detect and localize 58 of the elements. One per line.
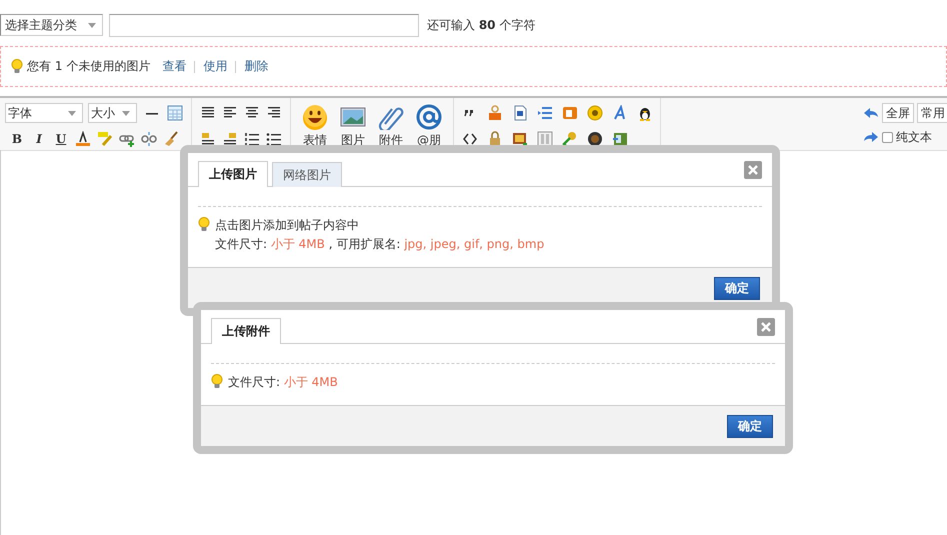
at-sign-icon[interactable]: [415, 104, 443, 130]
document-icon[interactable]: [512, 105, 528, 121]
image-insert-icon[interactable]: [512, 131, 528, 147]
brush-icon[interactable]: [163, 131, 179, 147]
flash-icon[interactable]: [562, 105, 578, 121]
close-button[interactable]: [757, 318, 775, 336]
record-icon[interactable]: [587, 131, 603, 147]
common-button[interactable]: 常用: [917, 103, 947, 123]
char-counter: 还可输入 80 个字符: [427, 16, 536, 34]
font-color-icon[interactable]: [75, 131, 91, 147]
key-icon[interactable]: [562, 131, 578, 147]
toolbar-button[interactable]: 附件: [375, 104, 407, 149]
unlink-icon[interactable]: [141, 131, 157, 147]
plain-text-label: 纯文本: [896, 128, 932, 146]
book-icon[interactable]: [612, 131, 628, 147]
tip-text: 文件尺寸: 小于 4MB: [228, 374, 338, 391]
close-icon: [761, 322, 771, 332]
fullscreen-button[interactable]: 全屏: [882, 103, 914, 123]
notice-link[interactable]: 查看: [162, 58, 186, 75]
tip-text: 点击图片添加到帖子内容中: [215, 217, 360, 234]
columns-icon[interactable]: [537, 131, 553, 147]
numbered-list-icon[interactable]: [244, 131, 260, 147]
lightbulb-icon: [211, 374, 223, 389]
confirm-button[interactable]: 确定: [714, 276, 760, 300]
lightbulb-icon: [11, 59, 23, 74]
plain-text-checkbox[interactable]: [882, 132, 893, 142]
format-button[interactable]: U: [53, 132, 69, 146]
tip-text: 文件尺寸: 小于 4MB , 可用扩展名: jpg, jpeg, gif, png, bmp: [215, 236, 544, 253]
close-icon: [748, 165, 758, 175]
confirm-button[interactable]: 确定: [727, 414, 773, 438]
bullet-list-icon[interactable]: [266, 131, 282, 147]
redo-icon[interactable]: [863, 129, 879, 145]
format-button[interactable]: I: [31, 132, 47, 146]
font-style-icon[interactable]: [612, 105, 628, 121]
font-select[interactable]: 字体: [5, 103, 83, 123]
smiley-icon[interactable]: [301, 104, 329, 130]
table-icon[interactable]: [167, 105, 183, 121]
topic-select[interactable]: 选择主题分类: [0, 14, 103, 36]
dialog-tab[interactable]: 网络图片: [272, 162, 342, 187]
size-select[interactable]: 大小: [88, 103, 137, 123]
lock-icon[interactable]: [487, 131, 503, 147]
code-icon[interactable]: [462, 131, 478, 147]
dialog-tab[interactable]: 上传附件: [211, 318, 281, 344]
gift-icon[interactable]: [487, 105, 503, 121]
float-right-icon[interactable]: [222, 131, 238, 147]
notice-link[interactable]: 使用: [203, 58, 228, 75]
close-button[interactable]: [744, 161, 762, 179]
lightbulb-icon: [198, 217, 210, 232]
float-left-icon[interactable]: [200, 131, 216, 147]
notice-text: 您有 1 个未使用的图片: [27, 58, 150, 75]
undo-icon[interactable]: [863, 105, 879, 121]
title-field[interactable]: [109, 14, 419, 36]
dialog-tab[interactable]: 上传图片: [198, 161, 268, 187]
background-icon[interactable]: [587, 105, 603, 121]
page-break-icon[interactable]: [537, 105, 553, 121]
notice-link[interactable]: 删除: [244, 58, 268, 75]
format-button[interactable]: B: [9, 132, 25, 146]
penguin-icon[interactable]: [637, 105, 653, 121]
